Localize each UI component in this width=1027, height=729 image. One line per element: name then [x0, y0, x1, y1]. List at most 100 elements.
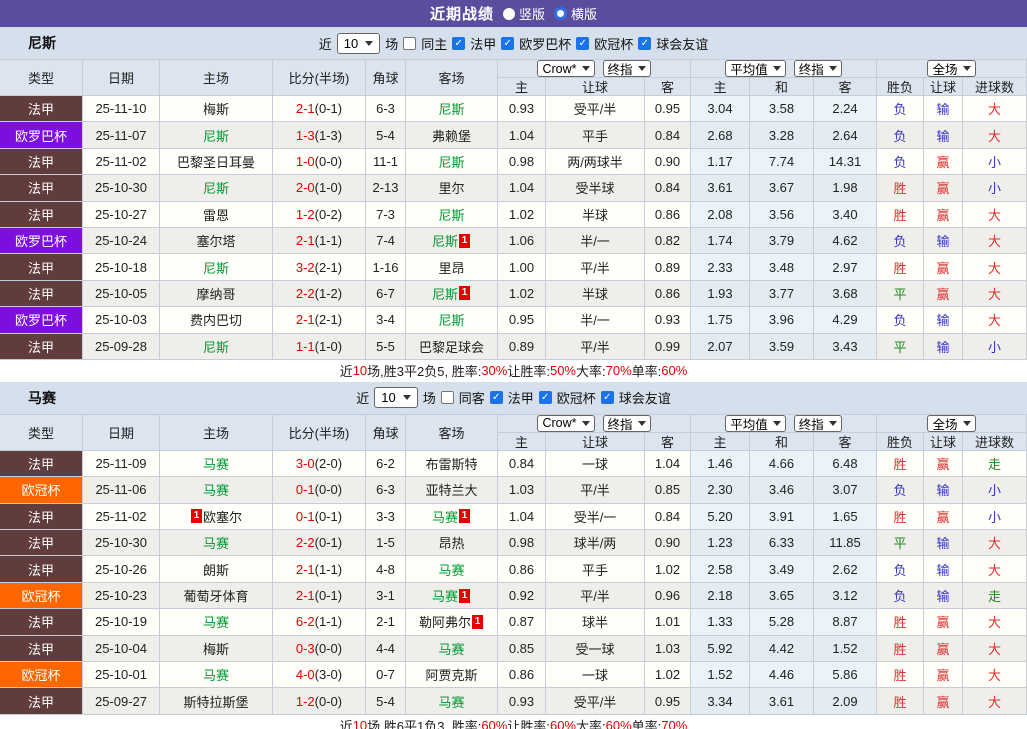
result-text: 大	[987, 615, 1001, 631]
fulltime-score: 2-0	[295, 180, 315, 196]
league-checkbox-1[interactable]: ✓	[489, 391, 503, 405]
table-row: 欧罗巴杯 25-10-24 塞尔塔 2-1 (1-1) 7-4 尼斯 1 1.06 半/一 0.82…	[0, 227, 1027, 255]
table-row: 法甲 25-11-02 巴黎圣日耳曼 1-0 (0-0) 11-1 尼斯 0.98 两/两球半 0…	[0, 148, 1027, 176]
team-section-1: 尼斯近 10 场同主 ✓ 法甲 ✓ 欧罗巴杯 ✓ 欧冠杯 ✓ 球会友谊 类型 日期 主场 比分(半场) 角球客…	[0, 27, 1027, 382]
header-col-6: 客场	[406, 414, 498, 450]
type-cell: 法甲	[0, 556, 83, 582]
dropdown-[interactable]: 平均值	[725, 60, 786, 77]
result-handicap-cell: 赢	[924, 635, 963, 662]
type-cell: 欧冠杯	[0, 582, 83, 609]
dropdown-10[interactable]: 10	[336, 32, 381, 54]
table-row: 欧冠杯 25-10-23 葡萄牙体育 2-1 (0-1) 3-1 马赛 1 0.92 平/半 0.9…	[0, 582, 1027, 610]
type-cell: 法甲	[0, 688, 83, 714]
dropdown-[interactable]: 终指	[602, 414, 651, 432]
result-wdl-cell: 负	[877, 477, 924, 503]
result-text: 负	[893, 589, 907, 605]
result-handicap-cell: 赢	[924, 609, 963, 635]
dropdown-[interactable]: 终指	[793, 60, 842, 77]
result-handicap-cell: 输	[924, 307, 963, 333]
handicap-cell: 受一球	[546, 635, 645, 662]
date-cell: 25-10-01	[83, 662, 160, 688]
league-checkbox-2[interactable]: ✓	[538, 391, 552, 405]
team-name: 费内巴切	[189, 313, 242, 329]
halftime-score: (0-1)	[314, 101, 343, 117]
avg-home-cell: 1.33	[691, 609, 750, 635]
odds-home-cell: 0.98	[498, 148, 546, 175]
result-goals-cell: 大	[963, 96, 1027, 122]
away-team-cell: 尼斯	[406, 307, 498, 333]
team-name: 尼斯	[438, 154, 465, 170]
result-text: 赢	[936, 694, 950, 710]
odds-away-cell: 0.86	[645, 280, 691, 307]
score-cell: 1-3 (1-3)	[273, 122, 366, 148]
odds-away-cell: 1.04	[645, 450, 691, 477]
home-team-cell: 塞尔塔	[160, 227, 273, 254]
same-venue-checkbox[interactable]	[403, 36, 417, 50]
top-bar: 近期战绩 竖版 横版	[0, 0, 1027, 27]
odds-away-cell: 1.02	[645, 662, 691, 688]
result-goals-cell: 小	[963, 148, 1027, 175]
vertical-radio[interactable]	[502, 7, 515, 20]
team-name: 马赛	[438, 641, 465, 657]
type-cell: 法甲	[0, 609, 83, 635]
corner-cell: 4-4	[366, 635, 406, 662]
dropdown-Crow[interactable]: Crow*	[537, 60, 595, 77]
result-text: 赢	[936, 154, 950, 170]
away-team-cell: 尼斯	[406, 148, 498, 175]
handicap-cell: 平手	[546, 122, 645, 148]
dropdown-[interactable]: 全场	[927, 60, 976, 77]
home-team-cell: 葡萄牙体育	[160, 582, 273, 609]
league-checkbox-4[interactable]: ✓	[638, 36, 652, 50]
dropdown-Crow[interactable]: Crow*	[537, 414, 595, 432]
dropdown-10[interactable]: 10	[374, 387, 418, 409]
away-team-cell: 马赛	[406, 556, 498, 582]
corner-cell: 2-13	[366, 175, 406, 201]
result-goals-cell: 大	[963, 254, 1027, 280]
avg-away-cell: 14.31	[814, 148, 877, 175]
same-venue-checkbox[interactable]	[440, 391, 454, 405]
date-cell: 25-10-03	[83, 307, 160, 333]
away-team-cell: 里尔	[406, 175, 498, 201]
halftime-score: (2-1)	[314, 259, 343, 275]
result-text: 大	[987, 641, 1001, 657]
dropdown-[interactable]: 终指	[793, 414, 842, 432]
dropdown-[interactable]: 全场	[927, 414, 976, 432]
avg-home-cell: 1.75	[691, 307, 750, 333]
fulltime-score: 1-3	[295, 127, 315, 143]
dropdown-[interactable]: 终指	[602, 60, 651, 77]
league-checkbox-1[interactable]: ✓	[452, 36, 466, 50]
team-name: 马赛	[431, 509, 458, 525]
result-handicap-cell: 输	[924, 477, 963, 503]
odds-away-cell: 0.90	[645, 530, 691, 556]
chevron-down-icon	[637, 420, 646, 426]
summary-segment: 30%	[481, 363, 508, 379]
corner-cell: 2-1	[366, 609, 406, 635]
fulltime-score: 2-2	[295, 535, 315, 551]
odds-away-cell: 1.01	[645, 609, 691, 635]
league-checkbox-2[interactable]: ✓	[501, 36, 515, 50]
team-name: 欧塞尔	[202, 509, 242, 525]
result-wdl-cell: 负	[877, 307, 924, 333]
result-handicap-cell: 赢	[924, 201, 963, 227]
vertical-radio-label: 竖版	[518, 7, 545, 22]
league-checkbox-3[interactable]: ✓	[576, 36, 590, 50]
header-col-6: 客场	[406, 60, 498, 95]
away-team-cell: 马赛	[406, 635, 498, 662]
type-cell: 欧罗巴杯	[0, 122, 83, 148]
team-name: 马赛	[202, 536, 229, 552]
avg-draw-cell: 3.91	[750, 503, 814, 530]
same-venue-label: 同主	[421, 36, 448, 52]
dropdown-[interactable]: 平均值	[725, 414, 786, 432]
league-label: 法甲	[507, 391, 534, 407]
league-checkbox-3[interactable]: ✓	[600, 391, 614, 405]
date-cell: 25-10-23	[83, 582, 160, 609]
home-team-cell: 马赛	[160, 530, 273, 556]
header-subcol-7: 胜负	[877, 78, 924, 95]
odds-away-cell: 0.85	[645, 477, 691, 503]
home-team-cell: 梅斯	[160, 96, 273, 122]
team-name: 尼斯	[202, 339, 229, 355]
handicap-cell: 受半球	[546, 175, 645, 201]
table-row: 法甲 25-10-04 梅斯 0-3 (0-0) 4-4 马赛 0.85 受一球 1.03 5.92…	[0, 635, 1027, 663]
score-cell: 0-3 (0-0)	[273, 635, 366, 662]
horizontal-radio[interactable]	[554, 7, 567, 20]
